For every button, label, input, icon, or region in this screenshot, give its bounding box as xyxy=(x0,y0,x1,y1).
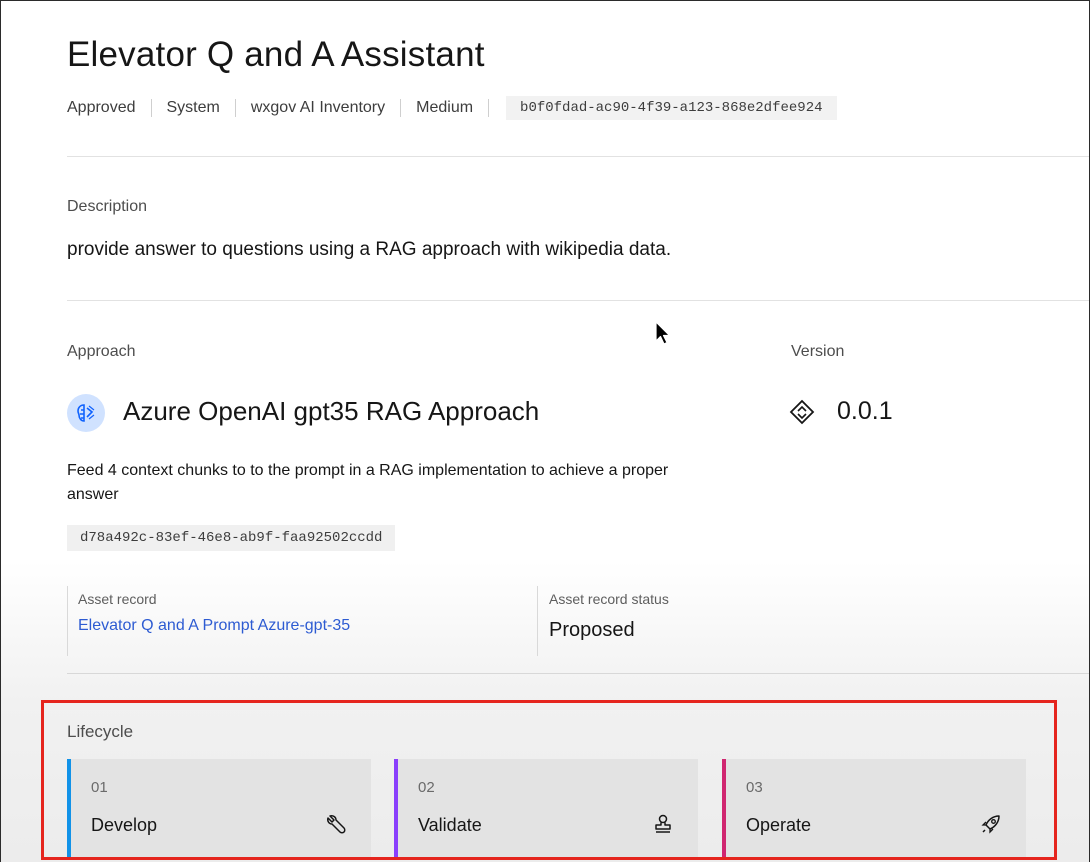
asset-record-label: Asset record xyxy=(78,591,157,607)
asset-status-value: Proposed xyxy=(549,619,635,641)
version-diamond-icon xyxy=(789,399,815,425)
meta-divider xyxy=(400,99,402,117)
approach-id-tag[interactable]: d78a492c-83ef-46e8-ab9f-faa92502ccdd xyxy=(67,525,396,551)
meta-divider xyxy=(150,99,152,117)
approach-description: Feed 4 context chunks to to the prompt i… xyxy=(67,462,669,503)
asset-record-link[interactable]: Elevator Q and A Prompt Azure-gpt-35 xyxy=(78,617,350,635)
section-divider xyxy=(67,300,1089,301)
ai-model-icon xyxy=(67,394,105,432)
version-label: Version xyxy=(791,343,845,360)
description-text: provide answer to questions using a RAG … xyxy=(67,239,672,260)
meta-bar: Approved System wxgov AI Inventory Mediu… xyxy=(67,96,837,120)
mouse-cursor-icon xyxy=(655,321,671,345)
meta-inventory: wxgov AI Inventory xyxy=(250,99,386,116)
approach-label: Approach xyxy=(67,343,136,360)
page-frame: Elevator Q and A Assistant Approved Syst… xyxy=(0,0,1090,862)
section-divider xyxy=(67,673,1089,674)
meta-type: System xyxy=(166,99,220,116)
approach-name: Azure OpenAI gpt35 RAG Approach xyxy=(123,396,540,426)
section-divider xyxy=(67,156,1089,157)
asset-status-label: Asset record status xyxy=(549,591,669,607)
column-divider xyxy=(537,586,538,656)
column-divider xyxy=(67,586,68,656)
meta-risk: Medium xyxy=(416,99,474,116)
use-case-id-tag[interactable]: b0f0fdad-ac90-4f39-a123-868e2dfee924 xyxy=(506,96,837,120)
meta-divider xyxy=(234,99,236,117)
meta-state: Approved xyxy=(67,99,136,116)
page-title: Elevator Q and A Assistant xyxy=(67,35,485,74)
version-value: 0.0.1 xyxy=(837,397,893,425)
meta-divider xyxy=(488,99,490,117)
lifecycle-highlight-box xyxy=(41,700,1057,860)
description-label: Description xyxy=(67,198,148,215)
